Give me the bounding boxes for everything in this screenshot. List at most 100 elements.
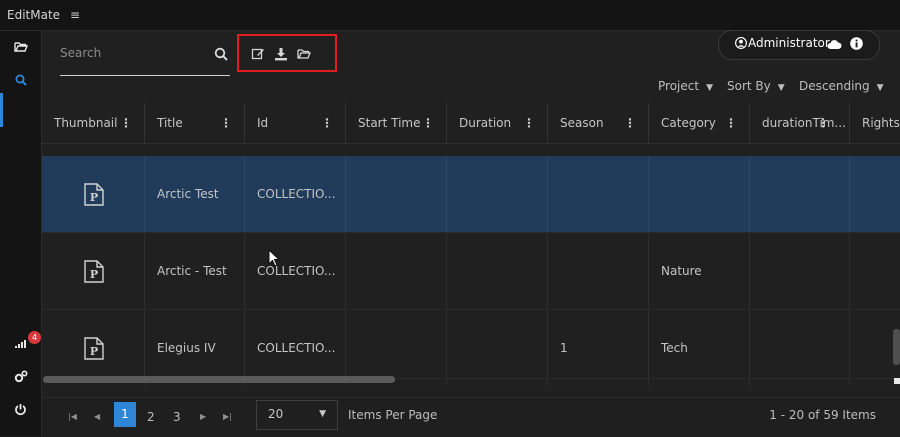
user-circle-icon xyxy=(735,37,747,49)
column-label: Id xyxy=(257,116,269,130)
user-menu[interactable]: Administrator xyxy=(718,30,880,60)
cloud-icon[interactable] xyxy=(827,39,842,49)
project-dropdown[interactable]: Project ▼ xyxy=(658,79,713,93)
start-time-cell xyxy=(346,310,447,386)
column-header-rights[interactable]: Rights xyxy=(850,103,900,143)
column-label: Rights xyxy=(862,116,900,130)
download-icon[interactable] xyxy=(274,47,288,61)
first-page-icon[interactable]: |◀ xyxy=(68,412,77,421)
duration-cell xyxy=(447,310,548,386)
column-menu-icon[interactable]: ⋮ xyxy=(624,103,636,143)
column-menu-icon[interactable]: ⋮ xyxy=(321,103,333,143)
sidebar: 4 xyxy=(0,31,42,436)
pagination-bar: |◀ ◀ 1 2 3 ▶ ▶| 20 ▼ Items Per Page 1 - … xyxy=(42,397,900,437)
search-field[interactable]: Search xyxy=(60,41,230,76)
column-label: Duration xyxy=(459,116,512,130)
category-cell: Nature xyxy=(649,233,750,309)
edit-icon[interactable] xyxy=(251,47,265,61)
category-cell: Tech xyxy=(649,310,750,386)
column-header-duration[interactable]: Duration ⋮ xyxy=(447,103,548,143)
sort-by-dropdown[interactable]: Sort By ▼ xyxy=(727,79,785,93)
cogs-icon[interactable] xyxy=(0,370,41,387)
items-per-page-select[interactable]: 20 ▼ xyxy=(256,400,338,430)
sort-order-dropdown[interactable]: Descending ▼ xyxy=(799,79,884,93)
chevron-down-icon: ▼ xyxy=(706,83,713,93)
id-cell: COLLECTIO... xyxy=(245,156,346,232)
category-cell xyxy=(649,156,750,232)
column-menu-icon[interactable]: ⋮ xyxy=(120,103,132,143)
chevron-down-icon: ▼ xyxy=(876,83,884,93)
column-menu-icon[interactable]: ⋮ xyxy=(220,103,232,143)
next-page-icon[interactable]: ▶ xyxy=(200,412,206,421)
column-menu-icon[interactable]: ⋮ xyxy=(725,103,737,143)
thumbnail-cell: P xyxy=(42,156,145,232)
duration-cell xyxy=(447,233,548,309)
folder-open-icon[interactable] xyxy=(0,41,41,57)
svg-text:P: P xyxy=(90,345,98,358)
id-cell: COLLECTIO... xyxy=(245,233,346,309)
svg-text:P: P xyxy=(90,268,98,281)
mouse-cursor-icon xyxy=(268,249,281,267)
column-menu-icon[interactable]: ⋮ xyxy=(523,103,535,143)
user-name: Administrator xyxy=(748,36,830,50)
column-header-duration-time[interactable]: durationTim... ⋮ xyxy=(750,103,850,143)
horizontal-scrollbar[interactable] xyxy=(43,376,395,383)
table-row[interactable]: P Arctic Test COLLECTIO... xyxy=(42,156,900,233)
top-bar: EditMate ≡ xyxy=(0,0,900,31)
column-header-season[interactable]: Season ⋮ xyxy=(548,103,649,143)
presentation-file-icon: P xyxy=(84,337,104,360)
sort-by-label: Sort By xyxy=(727,79,771,93)
column-header-thumbnail[interactable]: Thumbnail ⋮ xyxy=(42,103,145,143)
toolbar-highlight xyxy=(237,34,337,72)
table-row[interactable]: P Elegius IV COLLECTIO... 1 Tech xyxy=(42,310,900,386)
presentation-file-icon: P xyxy=(84,183,104,206)
season-cell: 1 xyxy=(548,310,649,386)
column-label: Title xyxy=(157,116,183,130)
rights-cell xyxy=(850,156,900,232)
prev-page-icon[interactable]: ◀ xyxy=(94,412,100,421)
title-cell: Arctic - Test xyxy=(145,233,245,309)
table-row[interactable]: P Arctic - Test COLLECTIO... Nature xyxy=(42,233,900,310)
chevron-down-icon: ▼ xyxy=(777,83,785,93)
column-menu-icon[interactable]: ⋮ xyxy=(817,103,829,143)
page-1-button[interactable]: 1 xyxy=(114,402,136,427)
hamburger-icon[interactable]: ≡ xyxy=(70,8,80,22)
search-input[interactable]: Search xyxy=(60,46,101,60)
title-cell: Elegius IV xyxy=(145,310,245,386)
scroll-corner xyxy=(894,378,900,384)
power-icon[interactable] xyxy=(0,403,41,420)
search-icon[interactable] xyxy=(214,47,228,61)
column-label: Season xyxy=(560,116,604,130)
start-time-cell xyxy=(346,233,447,309)
sort-order-label: Descending xyxy=(799,79,870,93)
column-header-start-time[interactable]: Start Time ⋮ xyxy=(346,103,447,143)
folder-open-icon[interactable] xyxy=(297,47,311,61)
vertical-scrollbar[interactable] xyxy=(893,329,900,365)
presentation-file-icon: P xyxy=(84,260,104,283)
column-header-category[interactable]: Category ⋮ xyxy=(649,103,750,143)
info-icon[interactable] xyxy=(850,37,863,50)
column-menu-icon[interactable]: ⋮ xyxy=(422,103,434,143)
last-page-icon[interactable]: ▶| xyxy=(223,412,232,421)
start-time-cell xyxy=(346,156,447,232)
duration-cell xyxy=(447,156,548,232)
page-2-button[interactable]: 2 xyxy=(147,410,155,424)
thumbnail-cell: P xyxy=(42,233,145,309)
season-cell xyxy=(548,233,649,309)
column-label: Thumbnail xyxy=(54,116,118,130)
column-label: Start Time xyxy=(358,116,421,130)
main-panel: Search Administrator Project ▼ Sort By ▼ D… xyxy=(42,30,900,437)
column-header-id[interactable]: Id ⋮ xyxy=(245,103,346,143)
column-label: Category xyxy=(661,116,716,130)
items-per-page-label: Items Per Page xyxy=(348,408,438,422)
page-3-button[interactable]: 3 xyxy=(173,410,181,424)
duration-time-cell xyxy=(750,156,850,232)
column-header-title[interactable]: Title ⋮ xyxy=(145,103,245,143)
duration-time-cell xyxy=(750,310,850,386)
project-label: Project xyxy=(658,79,700,93)
app-title: EditMate xyxy=(7,8,61,22)
svg-text:P: P xyxy=(90,191,98,204)
id-cell: COLLECTIO... xyxy=(245,310,346,386)
search-icon[interactable] xyxy=(0,74,41,90)
column-label: durationTim... xyxy=(762,116,846,130)
